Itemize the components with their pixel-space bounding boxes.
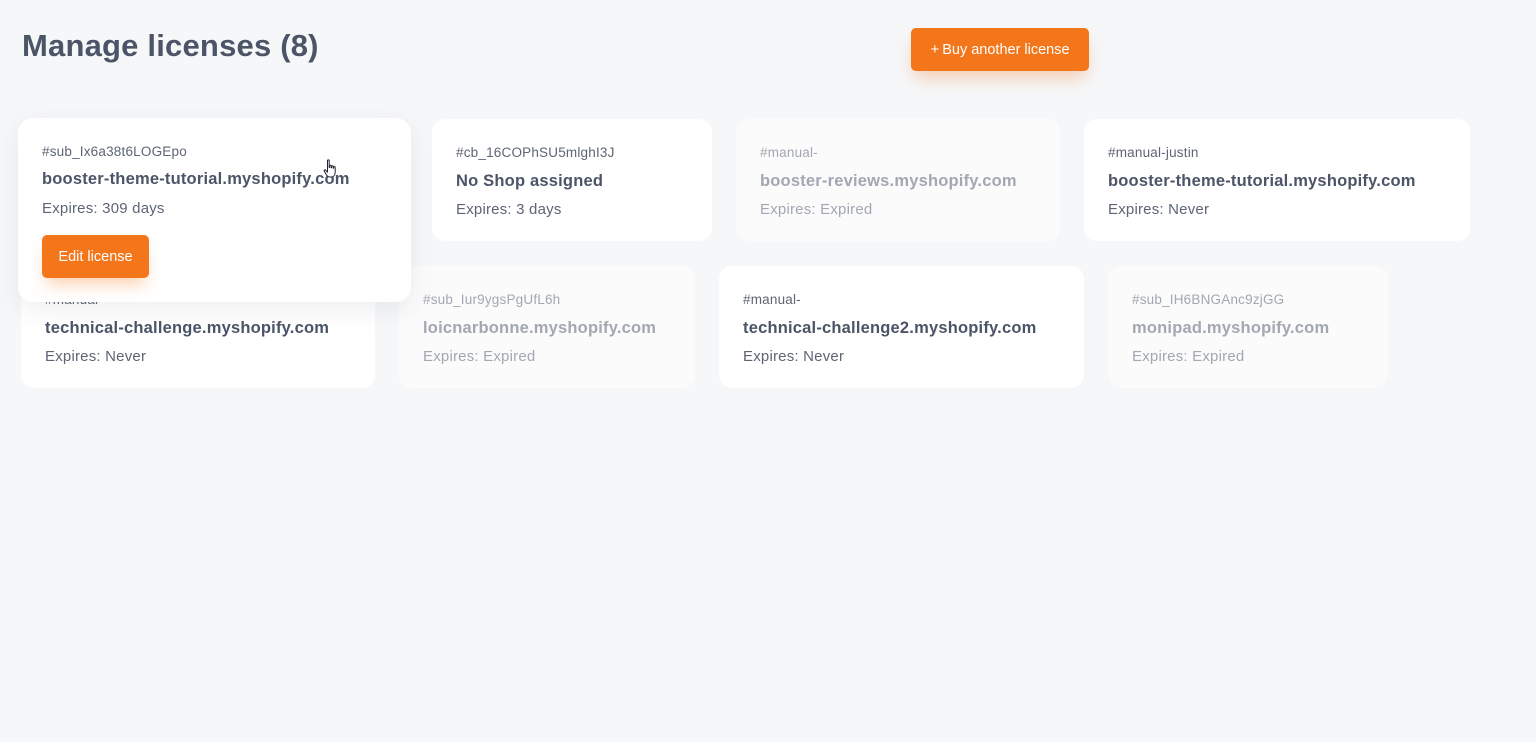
license-card[interactable]: #cb_16COPhSU5mlghI3J No Shop assigned Ex…: [432, 119, 712, 241]
page-title: Manage licenses (8): [22, 28, 319, 63]
license-card[interactable]: #sub_IH6BNGAnc9zjGG monipad.myshopify.co…: [1108, 266, 1388, 388]
buy-another-license-button[interactable]: + Buy another license: [911, 28, 1089, 71]
license-id: #manual-: [760, 145, 818, 160]
plus-icon: +: [930, 41, 940, 58]
license-id: #cb_16COPhSU5mlghI3J: [456, 145, 615, 160]
edit-license-button[interactable]: Edit license: [42, 235, 149, 278]
license-shop: booster-theme-tutorial.myshopify.com: [42, 170, 350, 188]
license-expires: Expires: Expired: [1132, 348, 1245, 365]
hand-pointer-icon: [323, 159, 339, 184]
license-expires: Expires: Never: [45, 348, 147, 365]
license-expires: Expires: Never: [1108, 201, 1210, 218]
manage-licenses-page: Manage licenses (8) + Buy another licens…: [0, 0, 1536, 742]
license-expires: Expires: 3 days: [456, 201, 562, 218]
license-card[interactable]: #manual- booster-reviews.myshopify.com E…: [736, 119, 1060, 241]
license-expires: Expires: 309 days: [42, 200, 165, 217]
license-expires: Expires: Expired: [760, 201, 873, 218]
license-id: #sub_Iur9ygsPgUfL6h: [423, 292, 561, 307]
license-shop: No Shop assigned: [456, 172, 604, 190]
license-shop: loicnarbonne.myshopify.com: [423, 319, 657, 337]
license-expires: Expires: Never: [743, 348, 845, 365]
license-card[interactable]: #manual- technical-challenge2.myshopify.…: [719, 266, 1084, 388]
license-id: #manual-justin: [1108, 145, 1199, 160]
license-card[interactable]: #sub_Iur9ygsPgUfL6h loicnarbonne.myshopi…: [399, 266, 695, 388]
license-id: #manual-: [743, 292, 801, 307]
license-expires: Expires: Expired: [423, 348, 536, 365]
license-card-hovered[interactable]: #sub_Ix6a38t6LOGEpo booster-theme-tutori…: [18, 118, 411, 302]
license-shop: technical-challenge2.myshopify.com: [743, 319, 1037, 337]
license-shop: monipad.myshopify.com: [1132, 319, 1330, 337]
buy-button-label: Buy another license: [942, 41, 1070, 58]
license-shop: booster-reviews.myshopify.com: [760, 172, 1017, 190]
license-id: #sub_Ix6a38t6LOGEpo: [42, 144, 187, 159]
license-shop: technical-challenge.myshopify.com: [45, 319, 330, 337]
license-id: #sub_IH6BNGAnc9zjGG: [1132, 292, 1285, 307]
license-card[interactable]: #manual-justin booster-theme-tutorial.my…: [1084, 119, 1470, 241]
license-shop: booster-theme-tutorial.myshopify.com: [1108, 172, 1416, 190]
